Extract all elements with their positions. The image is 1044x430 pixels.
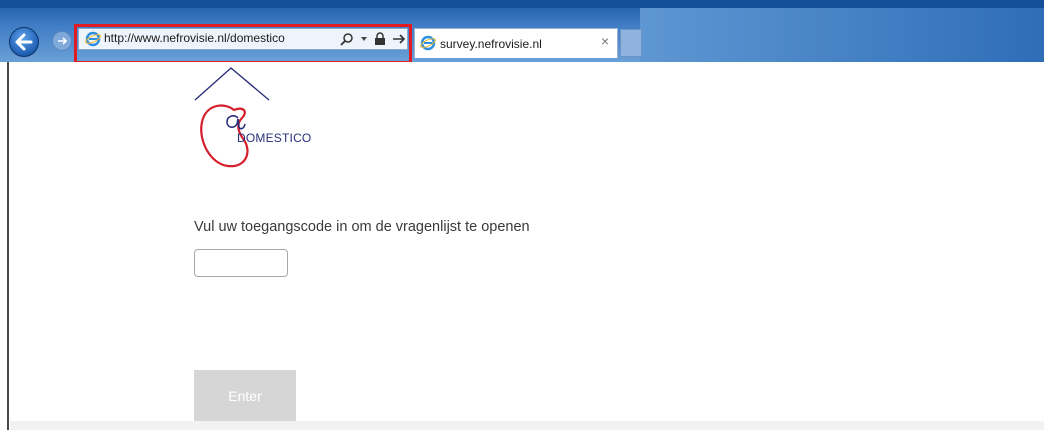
back-button[interactable] xyxy=(9,27,39,57)
forward-button[interactable] xyxy=(52,31,72,51)
address-bar-highlight xyxy=(74,24,412,64)
tab-title: survey.nefrovisie.nl xyxy=(440,37,542,51)
enter-button[interactable]: Enter xyxy=(194,370,296,421)
tab-close-button[interactable]: × xyxy=(601,34,609,48)
back-arrow-icon xyxy=(15,33,33,51)
window-left-border xyxy=(7,62,9,430)
forward-arrow-icon xyxy=(58,37,68,45)
access-code-input[interactable] xyxy=(194,249,288,277)
tab-ie-icon xyxy=(420,35,436,51)
page-bottom-strip xyxy=(10,421,1044,430)
domestico-logo xyxy=(194,67,270,168)
toolbar-top-strip xyxy=(0,0,1044,8)
toolbar-empty-area xyxy=(640,8,1044,62)
access-code-prompt: Vul uw toegangscode in om de vragenlijst… xyxy=(194,219,530,235)
page-content xyxy=(0,62,1044,430)
logo-text: DOMESTICO xyxy=(237,131,312,145)
new-tab-button[interactable] xyxy=(620,29,642,57)
